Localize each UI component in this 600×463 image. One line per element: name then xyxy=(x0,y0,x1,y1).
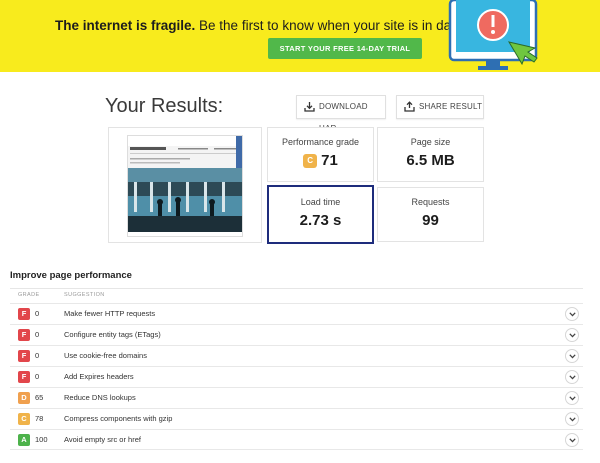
score-value: 65 xyxy=(35,393,44,402)
expand-row-button[interactable] xyxy=(565,412,579,426)
score-value: 0 xyxy=(35,372,40,381)
performance-grade-value: C 71 xyxy=(268,152,373,169)
suggestion-text: Compress components with gzip xyxy=(64,414,173,423)
chevron-down-icon xyxy=(569,333,576,338)
share-icon xyxy=(404,101,415,112)
share-result-button[interactable]: SHARE RESULT xyxy=(396,95,484,119)
chevron-down-icon xyxy=(569,417,576,422)
page-size-label: Page size xyxy=(410,137,451,147)
start-trial-button[interactable]: START YOUR FREE 14-DAY TRIAL xyxy=(268,38,422,59)
score-value: 100 xyxy=(35,435,48,444)
grade-badge: F xyxy=(18,371,30,383)
expand-row-button[interactable] xyxy=(565,433,579,447)
score-value: 0 xyxy=(35,330,40,339)
table-row[interactable]: D 65 Reduce DNS lookups xyxy=(10,387,583,408)
suggestion-text: Make fewer HTTP requests xyxy=(64,309,156,318)
table-header: GRADE SUGGESTION xyxy=(10,289,583,303)
banner-headline: The internet is fragile. Be the first to… xyxy=(55,18,481,33)
grade-badge: C xyxy=(18,413,30,425)
page-size-value: 6.5 MB xyxy=(406,152,455,169)
improve-section-title: Improve page performance xyxy=(10,270,132,281)
table-row[interactable]: C 78 Compress components with gzip xyxy=(10,408,583,429)
page-title: Your Results: xyxy=(105,95,224,117)
page-screenshot-card xyxy=(108,127,262,243)
score-value: 78 xyxy=(35,414,44,423)
requests-card: Requests 99 xyxy=(377,187,484,242)
download-icon xyxy=(304,102,315,112)
load-time-label: Load time xyxy=(300,197,341,207)
requests-value: 99 xyxy=(422,212,439,229)
expand-row-button[interactable] xyxy=(565,391,579,405)
grade-badge: F xyxy=(18,329,30,341)
banner-headline-rest: Be the first to know when your site is i… xyxy=(195,18,482,33)
grade-badge: F xyxy=(18,308,30,320)
chevron-down-icon xyxy=(569,375,576,380)
performance-grade-label: Performance grade xyxy=(281,137,360,147)
table-row[interactable]: F 0 Configure entity tags (ETags) xyxy=(10,324,583,345)
promo-banner: The internet is fragile. Be the first to… xyxy=(0,0,600,72)
chevron-down-icon xyxy=(569,312,576,317)
score-value: 0 xyxy=(35,351,40,360)
table-row[interactable]: F 0 Add Expires headers xyxy=(10,366,583,387)
suggestion-column-header: SUGGESTION xyxy=(64,292,105,298)
page-size-card: Page size 6.5 MB xyxy=(377,127,484,182)
suggestions-table: GRADE SUGGESTION F 0 Make fewer HTTP reque… xyxy=(10,288,583,450)
requests-label: Requests xyxy=(411,197,450,207)
suggestion-text: Add Expires headers xyxy=(64,372,134,381)
table-row[interactable]: F 0 Use cookie-free domains xyxy=(10,345,583,366)
chevron-down-icon xyxy=(569,354,576,359)
expand-row-button[interactable] xyxy=(565,307,579,321)
expand-row-button[interactable] xyxy=(565,328,579,342)
load-time-value: 2.73 s xyxy=(299,212,342,229)
monitor-alert-icon xyxy=(448,0,538,70)
suggestion-text: Configure entity tags (ETags) xyxy=(64,330,161,339)
suggestion-text: Use cookie-free domains xyxy=(64,351,147,360)
suggestion-text: Reduce DNS lookups xyxy=(64,393,136,402)
score-value: 0 xyxy=(35,309,40,318)
banner-headline-bold: The internet is fragile. xyxy=(55,18,196,33)
grade-badge: D xyxy=(18,392,30,404)
grade-column-header: GRADE xyxy=(18,292,40,298)
chevron-down-icon xyxy=(569,396,576,401)
table-row[interactable]: F 0 Make fewer HTTP requests xyxy=(10,303,583,324)
download-har-button[interactable]: DOWNLOAD HAR xyxy=(296,95,386,133)
performance-grade-card: Performance grade C 71 xyxy=(267,127,374,182)
page-screenshot-image xyxy=(127,135,243,237)
expand-row-button[interactable] xyxy=(565,370,579,384)
grade-badge: C xyxy=(303,154,318,168)
table-row[interactable]: A 100 Avoid empty src or href xyxy=(10,429,583,450)
share-result-label: SHARE RESULT xyxy=(419,102,483,111)
suggestion-text: Avoid empty src or href xyxy=(64,435,141,444)
grade-badge: F xyxy=(18,350,30,362)
expand-row-button[interactable] xyxy=(565,349,579,363)
grade-badge: A xyxy=(18,434,30,446)
chevron-down-icon xyxy=(569,438,576,443)
load-time-card: Load time 2.73 s xyxy=(267,185,374,244)
performance-score: 71 xyxy=(321,152,338,169)
